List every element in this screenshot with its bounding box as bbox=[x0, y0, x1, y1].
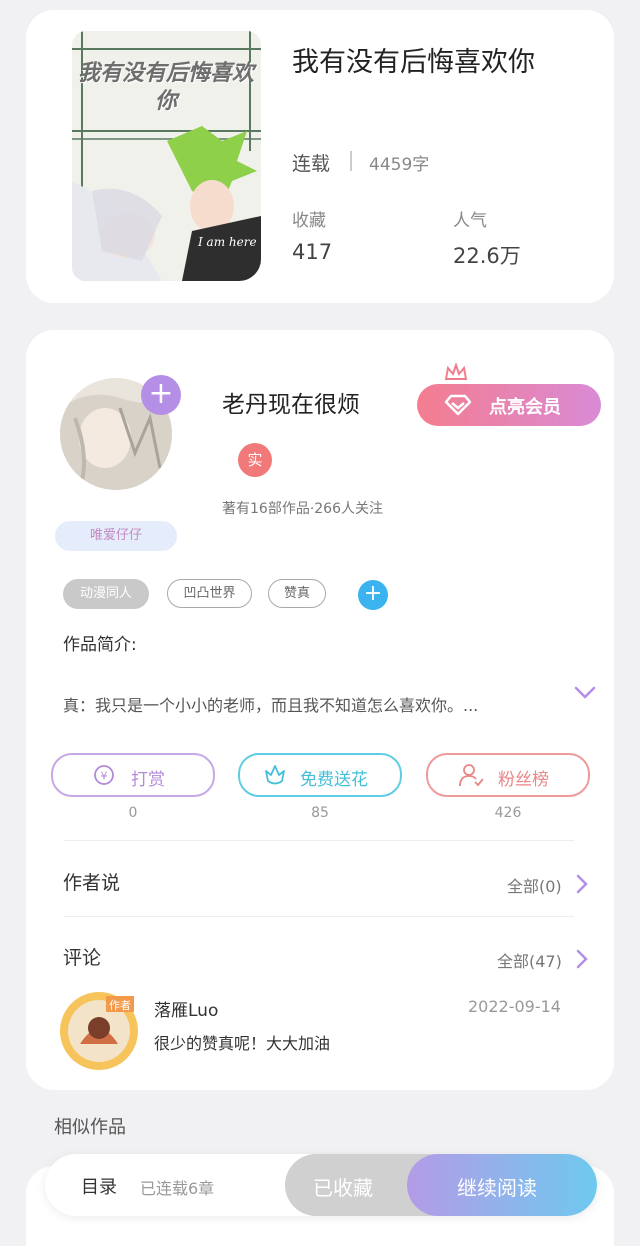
diamond-icon bbox=[444, 394, 472, 416]
similar-works-title: 相似作品 bbox=[54, 1117, 126, 1138]
fan-badge: 唯爱仔仔 bbox=[55, 521, 177, 551]
tag-item[interactable]: 凹凸世界 bbox=[167, 579, 252, 608]
svg-text:作者: 作者 bbox=[109, 999, 131, 1012]
tip-label: 打赏 bbox=[131, 770, 165, 790]
commenter-avatar[interactable]: 作者 bbox=[58, 990, 140, 1072]
comments-all-link[interactable]: 全部(47) bbox=[497, 948, 562, 972]
fan-count: 426 bbox=[494, 805, 522, 821]
collected-label: 已收藏 bbox=[313, 1176, 373, 1200]
author-says-all-link[interactable]: 全部(0) bbox=[507, 873, 562, 897]
tip-button[interactable]: ¥ 打赏 bbox=[51, 753, 215, 797]
add-tag-button[interactable]: + bbox=[358, 580, 388, 610]
favorites-value: 417 bbox=[292, 240, 333, 264]
user-icon bbox=[459, 764, 484, 787]
comment-text: 很少的赞真呢！大大加油 bbox=[154, 1034, 331, 1053]
divider bbox=[64, 916, 574, 917]
chapter-count: 已连载6章 bbox=[140, 1179, 215, 1198]
book-cover[interactable]: 我有没有后悔喜欢你 I am here bbox=[72, 31, 261, 281]
follow-plus-button[interactable]: + bbox=[141, 375, 181, 415]
author-meta: 著有16部作品·266人关注 bbox=[222, 501, 383, 517]
vip-label: 点亮会员 bbox=[489, 397, 561, 418]
divider bbox=[64, 840, 574, 841]
toc-button[interactable]: 目录 bbox=[81, 1173, 117, 1199]
divider bbox=[350, 151, 352, 171]
word-count: 4459字 bbox=[369, 155, 430, 175]
synopsis-label: 作品简介: bbox=[63, 635, 137, 655]
author-name[interactable]: 老丹现在很烦 bbox=[222, 385, 360, 419]
send-flower-label: 免费送花 bbox=[300, 770, 368, 790]
vip-button[interactable]: 点亮会员 bbox=[417, 384, 601, 426]
comment-date: 2022-09-14 bbox=[468, 997, 561, 1016]
chevron-down-icon[interactable] bbox=[574, 686, 596, 700]
crown-icon bbox=[444, 363, 468, 380]
chevron-right-icon[interactable] bbox=[576, 949, 588, 969]
chevron-right-icon[interactable] bbox=[576, 874, 588, 894]
continue-reading-button[interactable]: 继续阅读 bbox=[407, 1154, 597, 1216]
author-card: + 老丹现在很烦 实 著有16部作品·266人关注 点亮会员 唯爱仔仔 动漫同人… bbox=[26, 330, 614, 1090]
author-says-title: 作者说 bbox=[63, 872, 121, 894]
flower-icon bbox=[265, 765, 285, 785]
commenter-name[interactable]: 落雁Luo bbox=[154, 996, 218, 1021]
fan-ranking-label: 粉丝榜 bbox=[498, 770, 549, 790]
continue-reading-label: 继续阅读 bbox=[457, 1176, 537, 1200]
cover-caption: I am here bbox=[198, 235, 257, 249]
bottom-action-bar: 目录 已连载6章 已收藏 继续阅读 bbox=[45, 1154, 597, 1216]
popularity-label: 人气 bbox=[453, 211, 487, 231]
yen-icon: ¥ bbox=[94, 765, 114, 785]
book-info-card: 我有没有后悔喜欢你 I am here 我有没有后悔喜欢你 连载 4459字 收… bbox=[26, 10, 614, 303]
svg-text:¥: ¥ bbox=[101, 770, 108, 783]
flower-count: 85 bbox=[311, 805, 329, 821]
favorites-label: 收藏 bbox=[292, 211, 326, 231]
send-flower-button[interactable]: 免费送花 bbox=[238, 753, 402, 797]
book-title: 我有没有后悔喜欢你 bbox=[292, 47, 535, 78]
tag-item[interactable]: 赞真 bbox=[268, 579, 326, 608]
tag-item[interactable]: 动漫同人 bbox=[63, 579, 149, 609]
comments-title: 评论 bbox=[63, 947, 102, 969]
serial-status: 连载 bbox=[292, 153, 331, 175]
cover-title: 我有没有后悔喜欢你 bbox=[77, 60, 254, 114]
fan-ranking-button[interactable]: 粉丝榜 bbox=[426, 753, 590, 797]
synopsis-text: 真：我只是一个小小的老师，而且我不知道怎么喜欢你。... bbox=[63, 696, 479, 715]
verified-badge: 实 bbox=[238, 443, 272, 477]
popularity-value: 22.6万 bbox=[453, 244, 521, 268]
tip-count: 0 bbox=[128, 805, 138, 821]
